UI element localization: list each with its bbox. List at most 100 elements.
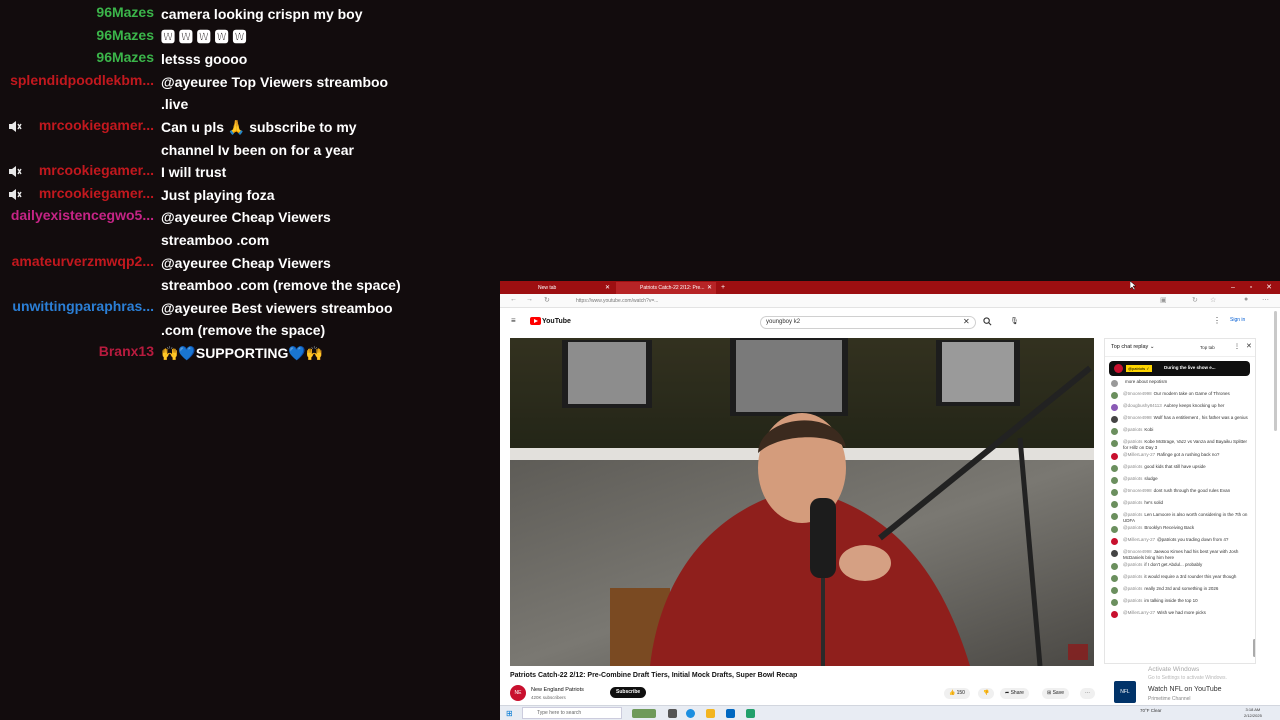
youtube-logo[interactable]: YouTube [530,317,571,325]
maximize-icon[interactable]: ▫ [1242,281,1260,294]
more-actions-icon[interactable]: ⋯ [1080,688,1095,699]
chat-mode-dropdown[interactable]: Top chat replay ⌄ [1111,344,1154,350]
live-chat-author[interactable]: @MillerLarry-27 [1123,610,1155,615]
youtube-header: ≡ YouTube youngboy k2 ✕ 🎙 ⋮ Sign in [500,309,1280,335]
video-player[interactable] [510,338,1094,666]
pinned-message[interactable]: @patriots ✓ During the live show e... [1109,361,1250,376]
profile-icon[interactable]: ● [1244,296,1248,303]
live-chat-text: good kids that still have upside [1144,464,1206,469]
live-chat-author[interactable]: @patriots [1123,500,1142,505]
more-menu-icon[interactable]: ⋯ [1262,296,1269,304]
microphone-icon[interactable]: 🎙 [1010,317,1019,325]
close-tab-icon[interactable]: ✕ [605,282,610,294]
mail-icon[interactable] [726,709,735,718]
speaker-muted-icon [9,166,22,178]
file-explorer-icon[interactable] [706,709,715,718]
edge-icon[interactable] [686,709,695,718]
share-button[interactable]: ➦ Share [1000,688,1029,699]
like-button[interactable]: 👍 150 [944,688,970,699]
task-view-icon[interactable] [668,709,677,718]
refresh-icon[interactable]: ↻ [1192,296,1198,304]
page-scrollbar[interactable] [1274,311,1277,431]
live-chat-author[interactable]: @dougbushy84113 [1123,403,1162,408]
menu-icon[interactable]: ≡ [511,316,516,325]
live-chat-author[interactable]: @patriots [1123,476,1142,481]
avatar [1111,563,1118,570]
dislike-button[interactable]: 👎 [978,688,995,699]
chat-username[interactable]: mrcookiegamer... [39,117,154,133]
close-icon[interactable]: ✕ [1246,342,1252,350]
thumbs-down-icon: 👎 [983,690,990,696]
thumbs-up-icon: 👍 [949,690,956,696]
live-chat-author[interactable]: @patriots [1123,598,1142,603]
live-chat-author[interactable]: @patriots [1123,574,1142,579]
forward-icon[interactable]: → [526,296,533,303]
sign-in-button[interactable]: Sign in [1230,317,1245,323]
chat-message: unwittingparaphras... @ayeuree Best viewe… [0,297,500,342]
live-chat-author[interactable]: @tmoore4998 [1123,549,1152,554]
live-chat-author[interactable]: @tmoore4998 [1123,488,1152,493]
tab-label: New tab [538,285,557,291]
chat-username[interactable]: 96Mazes [96,27,154,43]
favorites-icon[interactable]: ☆ [1210,296,1216,304]
chat-username[interactable]: 96Mazes [96,4,154,20]
tab-youtube-video[interactable]: Patriots Catch-22 2/12: Pre... ✕ [616,282,716,294]
windows-start-icon[interactable]: ⊞ [506,709,513,718]
avatar [1111,453,1118,460]
youtube-logo-text: YouTube [542,317,571,325]
live-chat-panel: Top chat replay ⌄ Top tab ⋮ ✕ @patriots … [1104,338,1256,664]
app-icon[interactable] [746,709,755,718]
chat-message: 96Mazes 🆆 🆆 🆆 🆆 🆆 [0,26,500,49]
live-chat-author[interactable]: @MillerLarry-27 [1123,452,1155,457]
chat-username[interactable]: dailyexistencegwo5... [11,207,154,223]
back-icon[interactable]: ← [510,296,517,303]
live-chat-text: he's solid [1144,500,1163,505]
taskbar-clock[interactable]: 3:18 AM 2/12/2025 [1244,707,1262,719]
search-input[interactable]: youngboy k2 [760,316,976,329]
taskbar-search-input[interactable]: Type here to search [522,707,622,719]
channel-avatar[interactable]: NE [510,685,526,701]
nfl-logo: NFL [1114,681,1136,703]
minimize-icon[interactable]: – [1224,281,1242,294]
avatar [1111,575,1118,582]
live-chat-text: Brooklyn Receiving Back [1144,525,1195,530]
chat-username[interactable]: unwittingparaphras... [12,298,154,314]
more-vert-icon[interactable]: ⋮ [1213,316,1221,325]
system-tray-weather[interactable]: 70°F Clear [1140,708,1162,713]
chat-username[interactable]: amateurverzmwqp2... [12,253,154,269]
live-chat-author[interactable]: @patriots [1123,427,1142,432]
clear-search-icon[interactable]: ✕ [963,317,970,326]
refresh-icon[interactable]: ↻ [544,296,550,304]
weather-widget-icon[interactable] [632,709,656,718]
extensions-icon[interactable]: ▣ [1160,296,1167,304]
url-field[interactable]: https://www.youtube.com/watch?v=... [576,296,1126,306]
save-button[interactable]: ⊞ Save [1042,688,1069,699]
channel-name[interactable]: New England Patriots [531,687,584,693]
chat-tab-button[interactable]: Top tab [1200,345,1215,350]
chat-username[interactable]: mrcookiegamer... [39,185,154,201]
live-chat-author[interactable]: @tmoore4998 [1123,391,1152,396]
search-icon[interactable] [983,317,992,328]
live-chat-author[interactable]: @patriots [1123,562,1142,567]
live-chat-author[interactable]: @patriots [1123,586,1142,591]
live-chat-author[interactable]: @patriots [1123,464,1142,469]
chat-username[interactable]: 96Mazes [96,49,154,65]
live-chat-author[interactable]: @patriots [1123,525,1142,530]
plus-icon[interactable]: + [714,281,732,294]
chat-username[interactable]: splendidpoodlekbm... [10,72,154,88]
close-window-icon[interactable]: ✕ [1260,281,1278,294]
save-icon: ⊞ [1047,690,1052,696]
chat-username[interactable]: mrcookiegamer... [39,162,154,178]
chat-username[interactable]: Branx13 [99,343,154,359]
live-chat-author[interactable]: @tmoore4998 [1123,415,1152,420]
tab-new-tab[interactable]: New tab ✕ [504,282,614,294]
live-chat-message: @tmoore4998 Wolf has a entitlement , his … [1109,415,1249,425]
live-chat-message: @patriots he's solid [1109,500,1249,510]
chat-scrollbar[interactable] [1253,639,1255,657]
more-vert-icon[interactable]: ⋮ [1234,343,1240,350]
close-tab-icon[interactable]: ✕ [707,282,712,294]
live-chat-author[interactable]: @patriots [1123,512,1142,517]
live-chat-author[interactable]: @MillerLarry-27 [1123,537,1155,542]
live-chat-author[interactable]: @patriots [1123,439,1142,444]
subscribe-button[interactable]: Subscribe [610,687,647,698]
